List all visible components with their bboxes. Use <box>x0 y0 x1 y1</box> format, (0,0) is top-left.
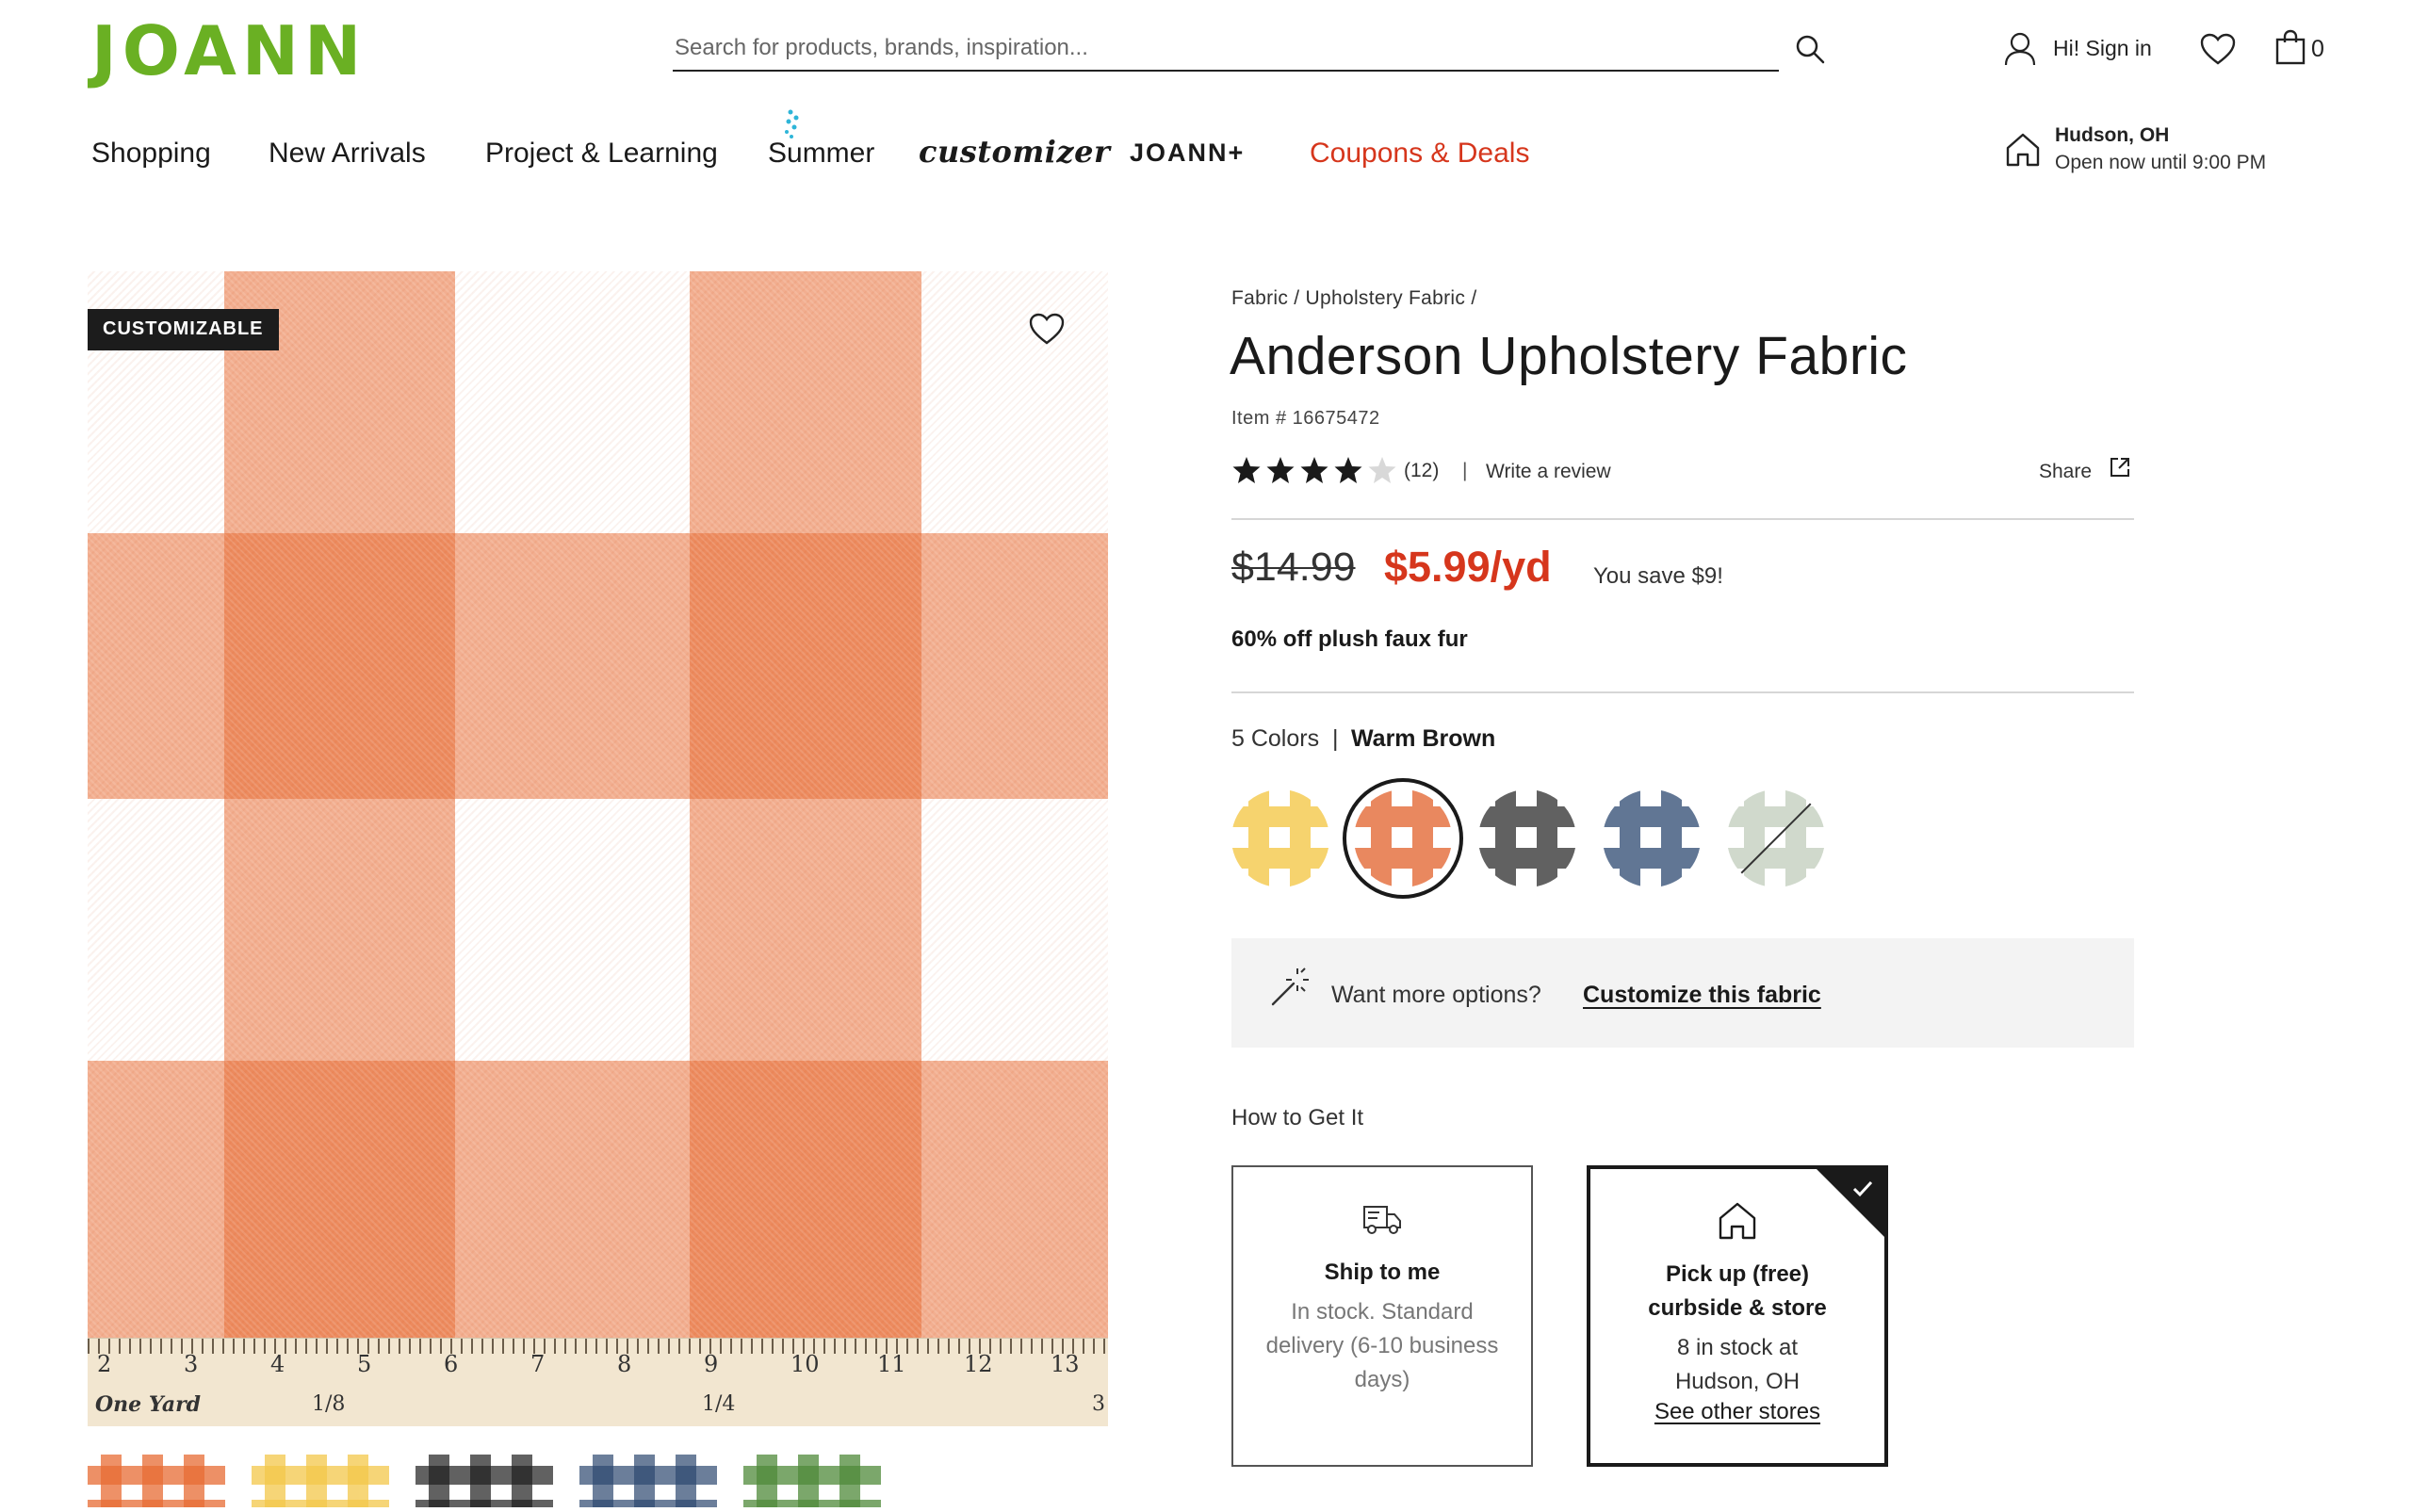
store-hours: Open now until 9:00 PM <box>2055 152 2267 173</box>
ruler-numbers: 2 3 4 5 6 7 8 9 10 11 12 13 <box>88 1351 1108 1389</box>
share-button[interactable]: Share <box>2039 461 2092 483</box>
pickup-title: Pick up (free) curbside & store <box>1590 1258 1884 1325</box>
star-empty-icon <box>1368 457 1396 483</box>
pickup-option-selected[interactable]: Pick up (free) curbside & store 8 in sto… <box>1587 1165 1888 1467</box>
thumbnail-green[interactable] <box>743 1455 881 1507</box>
customize-fabric-link[interactable]: Customize this fabric <box>1583 982 1821 1009</box>
swatch-black[interactable] <box>1478 789 1576 887</box>
sign-in-link[interactable]: Hi! Sign in <box>2053 36 2152 61</box>
nav-summer[interactable]: Summer <box>768 138 874 170</box>
ship-to-me-option[interactable]: Ship to me In stock. Standard delivery (… <box>1231 1165 1533 1467</box>
item-number: Item # 16675472 <box>1231 408 1380 429</box>
selected-color-name: Warm Brown <box>1351 725 1496 752</box>
colors-separator: | <box>1332 725 1339 752</box>
ruler-fraction: 1/4 <box>702 1392 736 1416</box>
divider <box>1231 691 2134 693</box>
star-filled-icon <box>1334 457 1362 483</box>
ruler-number: 11 <box>877 1351 906 1377</box>
search-input[interactable] <box>673 28 1779 68</box>
ship-title: Ship to me <box>1324 1260 1441 1285</box>
cart-count[interactable]: 0 <box>2311 36 2324 63</box>
swatch-warm-brown[interactable] <box>1354 789 1452 887</box>
checkmark-icon <box>1852 1180 1873 1197</box>
ruler-number: 3 <box>184 1351 199 1377</box>
how-to-get-heading: How to Get It <box>1231 1105 1364 1130</box>
customize-prompt: Want more options? <box>1331 982 1541 1008</box>
ruler-fraction: 1/8 <box>312 1392 346 1416</box>
product-title: Anderson Upholstery Fabric <box>1230 326 1908 386</box>
review-count[interactable]: (12) <box>1404 460 1439 482</box>
promo-text: 60% off plush faux fur <box>1231 626 1468 652</box>
star-filled-icon <box>1232 457 1261 483</box>
pickup-stock: 8 in stock at Hudson, OH <box>1674 1335 1801 1394</box>
favorite-heart-icon[interactable] <box>1027 311 1067 347</box>
nav-joann-plus[interactable]: JOANN+ <box>1130 138 1245 168</box>
star-rating[interactable] <box>1231 455 1401 490</box>
nav-customizer[interactable]: customizer <box>919 134 1110 170</box>
swatch-yellow[interactable] <box>1231 789 1329 887</box>
nav-project-learning[interactable]: Project & Learning <box>485 138 718 170</box>
ruler-number: 12 <box>964 1351 993 1377</box>
share-external-icon[interactable] <box>2109 456 2131 479</box>
see-other-stores-link[interactable]: See other stores <box>1590 1399 1884 1425</box>
thumbnail-navy[interactable] <box>579 1455 717 1507</box>
search-bar[interactable] <box>673 28 1779 72</box>
savings-text: You save $9! <box>1593 563 1723 589</box>
swatch-sage-unavailable[interactable] <box>1727 789 1825 887</box>
ruler-number: 13 <box>1051 1351 1080 1377</box>
product-main-image[interactable]: 2 3 4 5 6 7 8 9 10 11 12 13 One Yard 1/8… <box>88 271 1108 1426</box>
ruler-brand-text: One Yard <box>95 1392 202 1417</box>
nav-shopping[interactable]: Shopping <box>91 138 211 170</box>
shipping-truck-icon <box>1363 1206 1401 1234</box>
ruler-number: 8 <box>617 1351 632 1377</box>
thumbnail-yellow[interactable] <box>252 1455 389 1507</box>
swatch-navy[interactable] <box>1603 789 1701 887</box>
star-filled-icon <box>1266 457 1295 483</box>
joann-logo[interactable]: JOANN <box>91 11 367 90</box>
store-pickup-icon <box>1719 1202 1756 1240</box>
user-icon[interactable] <box>2003 31 2037 67</box>
customizable-badge: CUSTOMIZABLE <box>88 309 279 350</box>
store-name[interactable]: Hudson, OH <box>2055 124 2169 147</box>
ruler-number: 6 <box>444 1351 459 1377</box>
magic-wand-icon <box>1271 967 1309 1006</box>
original-price: $14.99 <box>1231 545 1356 590</box>
ruler-number: 2 <box>97 1351 112 1377</box>
wishlist-heart-icon[interactable] <box>2199 32 2237 66</box>
ruler-number: 5 <box>357 1351 372 1377</box>
divider <box>1231 518 2134 520</box>
ruler-fraction: 3 <box>1092 1392 1105 1416</box>
pickup-title-line: Pick up (free) <box>1665 1261 1810 1287</box>
search-icon[interactable] <box>1794 33 1826 65</box>
ruler-number: 9 <box>704 1351 719 1377</box>
ruler-number: 7 <box>530 1351 546 1377</box>
sale-price: $5.99/yd <box>1384 543 1552 591</box>
nav-new-arrivals[interactable]: New Arrivals <box>269 138 426 170</box>
breadcrumb[interactable]: Fabric / Upholstery Fabric / <box>1231 287 1476 310</box>
rating-separator: | <box>1462 460 1468 481</box>
ship-description: In stock. Standard delivery (6-10 busine… <box>1265 1299 1499 1392</box>
thumbnail-orange[interactable] <box>88 1455 225 1507</box>
store-home-icon[interactable] <box>2005 132 2041 168</box>
thumbnail-black[interactable] <box>416 1455 553 1507</box>
star-filled-icon <box>1300 457 1328 483</box>
nav-coupons-deals[interactable]: Coupons & Deals <box>1310 138 1529 170</box>
shopping-bag-icon[interactable] <box>2274 29 2306 65</box>
ruler-number: 10 <box>790 1351 820 1377</box>
colors-count: 5 Colors <box>1231 725 1320 752</box>
ruler-number: 4 <box>270 1351 285 1377</box>
fabric-texture <box>88 271 1108 1338</box>
write-review-link[interactable]: Write a review <box>1486 461 1611 483</box>
pickup-title-line: curbside & store <box>1648 1295 1827 1321</box>
